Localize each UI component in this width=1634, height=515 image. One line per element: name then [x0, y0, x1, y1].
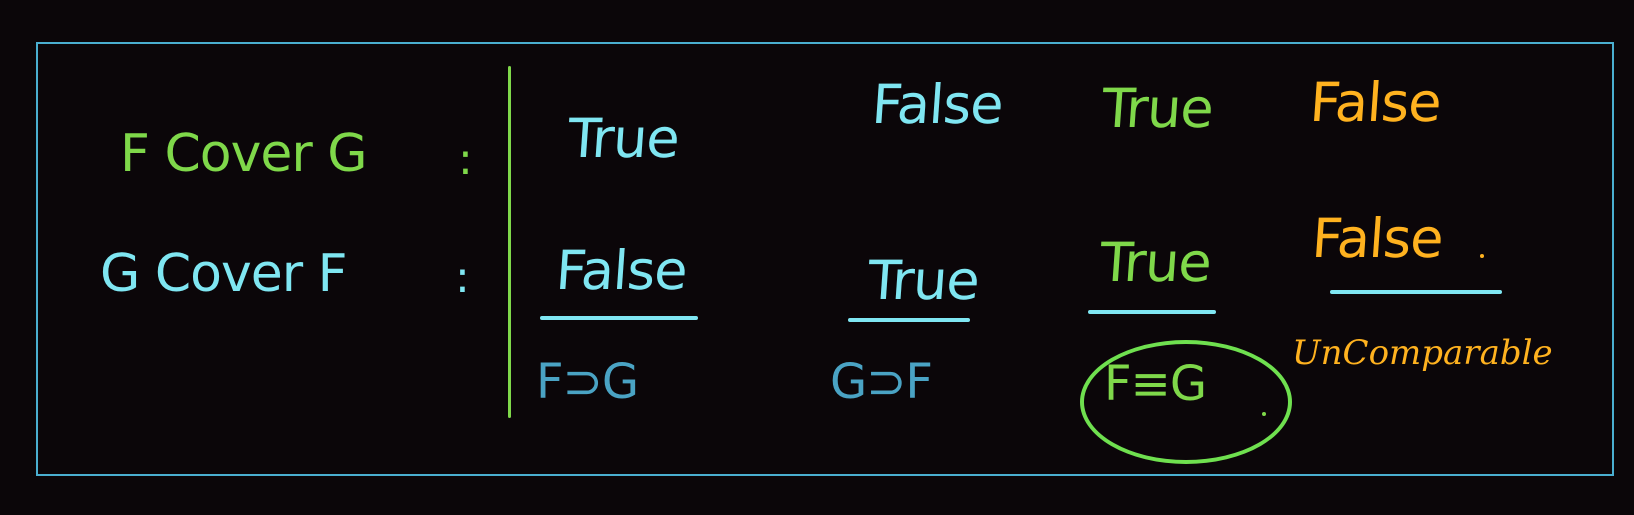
- conclusion-uncomparable: UnComparable: [1292, 333, 1553, 373]
- row-colon-f-cover-g: :: [458, 134, 473, 185]
- g-cover-f-value-4: False: [1309, 207, 1445, 270]
- underline-3: [1088, 310, 1216, 314]
- f-cover-g-value-2: False: [869, 73, 1005, 136]
- conclusion-f-superset-g: F⊃G: [536, 354, 639, 410]
- row-colon-g-cover-f: :: [455, 252, 470, 303]
- small-dot: [1262, 412, 1266, 416]
- g-cover-f-value-3: True: [1097, 231, 1213, 294]
- column-divider: [508, 66, 511, 418]
- g-cover-f-value-2: True: [865, 249, 981, 312]
- f-cover-g-value-1: True: [565, 107, 681, 170]
- row-label-g-cover-f: G Cover F: [100, 244, 348, 304]
- stray-dot: [1480, 254, 1484, 258]
- f-cover-g-value-4: False: [1307, 71, 1443, 134]
- conclusion-g-superset-f: G⊃F: [830, 354, 933, 410]
- underline-4: [1330, 290, 1502, 294]
- row-label-f-cover-g: F Cover G: [120, 124, 368, 184]
- conclusion-f-equiv-g: F≡G: [1104, 356, 1207, 412]
- underline-2: [848, 318, 970, 322]
- f-cover-g-value-3: True: [1099, 77, 1215, 140]
- g-cover-f-value-1: False: [553, 239, 689, 302]
- underline-1: [540, 316, 698, 320]
